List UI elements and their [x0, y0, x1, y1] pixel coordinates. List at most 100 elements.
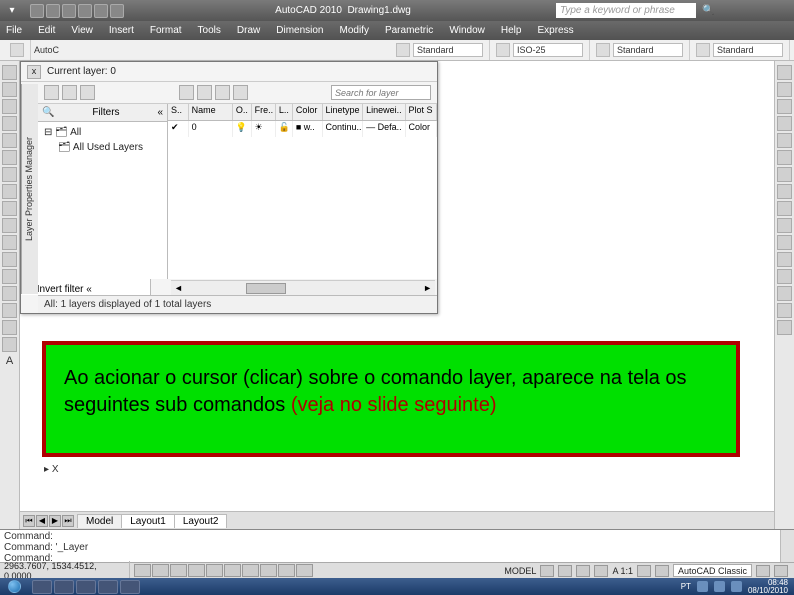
search-go-icon[interactable]: 🔍	[702, 5, 716, 17]
circle-tool-icon[interactable]	[2, 167, 17, 182]
spline-tool-icon[interactable]	[2, 201, 17, 216]
col-on[interactable]: O..	[233, 104, 252, 120]
help-icon[interactable]	[774, 5, 788, 17]
col-plotstyle[interactable]: Plot S	[406, 104, 438, 120]
xline-tool-icon[interactable]	[2, 82, 17, 97]
lwt-toggle[interactable]	[278, 564, 295, 577]
taskbar-explorer-icon[interactable]	[54, 580, 74, 594]
col-name[interactable]: Name	[189, 104, 233, 120]
clock[interactable]: 08:4808/10/2010	[748, 579, 788, 595]
new-filter-icon[interactable]	[179, 85, 194, 100]
revcloud-tool-icon[interactable]	[2, 184, 17, 199]
col-status[interactable]: S..	[168, 104, 189, 120]
tab-next-icon[interactable]: ▶	[49, 515, 61, 527]
tray-vol-icon[interactable]	[731, 581, 742, 592]
clean-screen-icon[interactable]	[774, 565, 788, 577]
copy-tool-icon[interactable]	[777, 82, 792, 97]
tab-first-icon[interactable]: ⏮	[23, 515, 35, 527]
tab-layout2[interactable]: Layout2	[174, 514, 228, 528]
tray-flag-icon[interactable]	[697, 581, 708, 592]
insert-tool-icon[interactable]	[2, 235, 17, 250]
tab-model[interactable]: Model	[77, 514, 122, 528]
tray-net-icon[interactable]	[714, 581, 725, 592]
new-layer-vp-icon[interactable]	[62, 85, 77, 100]
tab-last-icon[interactable]: ⏭	[62, 515, 74, 527]
dim-style-icon[interactable]	[496, 43, 510, 57]
qat-undo-icon[interactable]	[78, 4, 92, 18]
ortho-toggle[interactable]	[170, 564, 187, 577]
qat-plot-icon[interactable]	[110, 4, 124, 18]
text-style-icon[interactable]	[396, 43, 410, 57]
trim-tool-icon[interactable]	[777, 218, 792, 233]
taskbar-ie-icon[interactable]	[32, 580, 52, 594]
collapse-invert-icon[interactable]: «	[86, 284, 92, 295]
taskbar-folder-icon[interactable]	[76, 580, 96, 594]
ellipse-tool-icon[interactable]	[2, 218, 17, 233]
status-icon-1[interactable]	[540, 565, 554, 577]
start-button[interactable]	[0, 578, 28, 595]
subscription-icon[interactable]	[720, 5, 734, 17]
model-space-label[interactable]: MODEL	[504, 566, 536, 576]
truncated-tab[interactable]: AutoC	[31, 45, 62, 55]
mirror-tool-icon[interactable]	[777, 99, 792, 114]
col-linetype[interactable]: Linetype	[323, 104, 364, 120]
comm-icon[interactable]	[738, 5, 752, 17]
delete-layer-icon[interactable]	[80, 85, 95, 100]
menu-tools[interactable]: Tools	[198, 25, 221, 36]
pline-tool-icon[interactable]	[2, 99, 17, 114]
erase-tool-icon[interactable]	[777, 65, 792, 80]
arc-tool-icon[interactable]	[2, 150, 17, 165]
lang-indicator[interactable]: PT	[681, 582, 691, 591]
extend-tool-icon[interactable]	[777, 235, 792, 250]
qp-toggle[interactable]	[296, 564, 313, 577]
menu-modify[interactable]: Modify	[340, 25, 369, 36]
gradient-tool-icon[interactable]	[2, 303, 17, 318]
hatch-tool-icon[interactable]	[2, 286, 17, 301]
menu-format[interactable]: Format	[150, 25, 182, 36]
scale-tool-icon[interactable]	[777, 184, 792, 199]
qat-new-icon[interactable]	[30, 4, 44, 18]
menu-view[interactable]: View	[71, 25, 93, 36]
anno-scale-label[interactable]: A 1:1	[612, 566, 633, 576]
rotate-tool-icon[interactable]	[777, 167, 792, 182]
dim-style-select[interactable]: ISO-25	[513, 43, 583, 57]
table-style-icon[interactable]	[596, 43, 610, 57]
layer-row-0[interactable]: ✔ 0 💡 ☀ 🔓 ■ w.. Continu.. — Defa.. Color	[168, 121, 437, 137]
menu-draw[interactable]: Draw	[237, 25, 260, 36]
snap-toggle[interactable]	[134, 564, 151, 577]
break-tool-icon[interactable]	[777, 252, 792, 267]
workspace-icon[interactable]	[655, 565, 669, 577]
workspace-select[interactable]: AutoCAD Classic	[673, 564, 752, 577]
col-freeze[interactable]: Fre..	[252, 104, 276, 120]
qat-save-icon[interactable]	[62, 4, 76, 18]
grid-toggle[interactable]	[152, 564, 169, 577]
command-scrollbar[interactable]	[780, 530, 794, 562]
ducs-toggle[interactable]	[242, 564, 259, 577]
stretch-tool-icon[interactable]	[777, 201, 792, 216]
text-tool-icon[interactable]: A	[2, 354, 17, 370]
table-tool-icon[interactable]	[2, 337, 17, 352]
join-tool-icon[interactable]	[777, 269, 792, 284]
command-line[interactable]: Command: Command: '_Layer Command:	[0, 529, 794, 562]
polygon-tool-icon[interactable]	[2, 116, 17, 131]
menu-help[interactable]: Help	[501, 25, 522, 36]
menu-insert[interactable]: Insert	[109, 25, 134, 36]
point-tool-icon[interactable]	[2, 269, 17, 284]
layer-grid-scrollbar[interactable]: ◄►	[171, 280, 435, 295]
new-group-icon[interactable]	[197, 85, 212, 100]
panel-close-icon[interactable]: x	[27, 65, 41, 79]
menu-file[interactable]: File	[6, 25, 22, 36]
qat-redo-icon[interactable]	[94, 4, 108, 18]
col-color[interactable]: Color	[293, 104, 323, 120]
status-icon-2[interactable]	[558, 565, 572, 577]
offset-tool-icon[interactable]	[777, 116, 792, 131]
menu-window[interactable]: Window	[449, 25, 485, 36]
new-layer-icon[interactable]	[44, 85, 59, 100]
osnap-toggle[interactable]	[206, 564, 223, 577]
move-tool-icon[interactable]	[777, 150, 792, 165]
tab-layout1[interactable]: Layout1	[121, 514, 175, 528]
help-search-input[interactable]: Type a keyword or phrase	[556, 3, 696, 18]
col-lock[interactable]: L..	[276, 104, 293, 120]
status-icon-3[interactable]	[576, 565, 590, 577]
menu-express[interactable]: Express	[537, 25, 573, 36]
